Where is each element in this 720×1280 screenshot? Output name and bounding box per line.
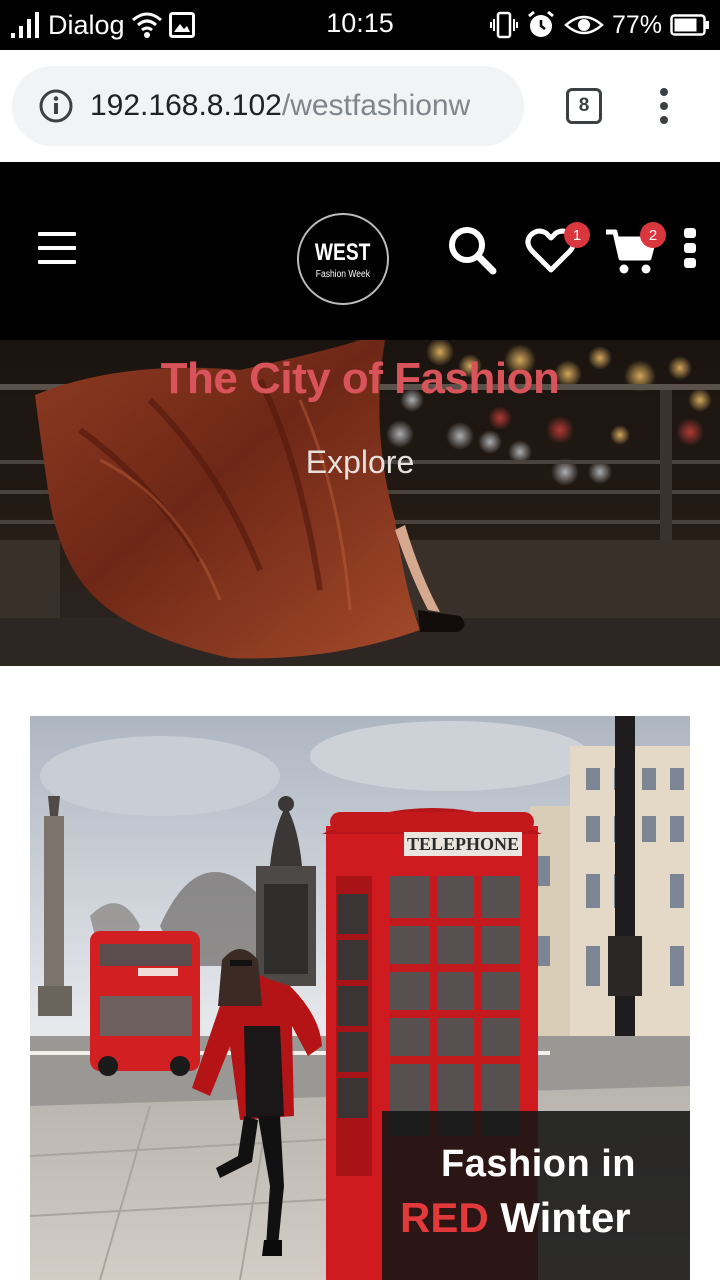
header-more-icon[interactable] <box>683 228 697 268</box>
cart-badge: 2 <box>640 222 666 248</box>
booth-sign: TELEPHONE <box>407 834 519 854</box>
wishlist-badge: 1 <box>564 222 590 248</box>
logo-text: WEST <box>315 238 371 266</box>
alarm-icon <box>528 10 554 37</box>
vibrate-icon <box>489 11 518 39</box>
caption-rest: Winter <box>488 1194 631 1241</box>
caption-line-2: RED Winter <box>400 1194 690 1242</box>
site-header: WEST Fashion Week 1 2 <box>0 162 720 340</box>
url-path: /westfashionw <box>281 89 471 122</box>
hamburger-line <box>38 246 76 250</box>
url-host: 192.168.8.102 <box>90 89 282 122</box>
menu-dot <box>660 88 668 96</box>
battery-percent: 77% <box>611 10 662 39</box>
hamburger-menu-icon[interactable] <box>38 232 76 264</box>
info-icon[interactable] <box>38 88 74 124</box>
eye-icon <box>564 15 604 35</box>
caption-line-1: Fashion in <box>441 1143 636 1185</box>
more-dot <box>684 258 696 268</box>
address-bar[interactable]: 192.168.8.102/westfashionw <box>12 66 524 146</box>
logo-subtext: Fashion Week <box>315 268 371 280</box>
status-right: 77% <box>489 8 710 42</box>
caption-highlight: RED <box>400 1194 489 1241</box>
menu-dot <box>660 102 668 110</box>
browser-menu-button[interactable] <box>652 84 676 128</box>
menu-dot <box>660 116 668 124</box>
site-logo[interactable]: WEST Fashion Week <box>297 213 389 305</box>
cart-button[interactable]: 2 <box>604 222 670 278</box>
tab-switcher-button[interactable]: 8 <box>566 88 602 124</box>
hamburger-line <box>38 232 76 236</box>
more-dot <box>684 243 696 253</box>
browser-toolbar: 192.168.8.102/westfashionw 8 <box>0 50 720 162</box>
more-dot <box>684 228 696 238</box>
search-icon[interactable] <box>446 224 498 276</box>
hamburger-line <box>38 260 76 264</box>
card-caption: Fashion in RED Winter <box>382 1111 690 1280</box>
hero-banner[interactable]: The City of Fashion Explore <box>0 340 720 666</box>
status-bar: Dialog 10:15 77% <box>0 0 720 50</box>
feature-card[interactable]: TELEPHONE Fashion in RED Winter <box>30 716 690 1280</box>
hero-title: The City of Fashion <box>160 354 560 403</box>
explore-link[interactable]: Explore <box>0 444 720 481</box>
battery-icon <box>670 14 709 36</box>
wishlist-button[interactable]: 1 <box>524 222 594 278</box>
